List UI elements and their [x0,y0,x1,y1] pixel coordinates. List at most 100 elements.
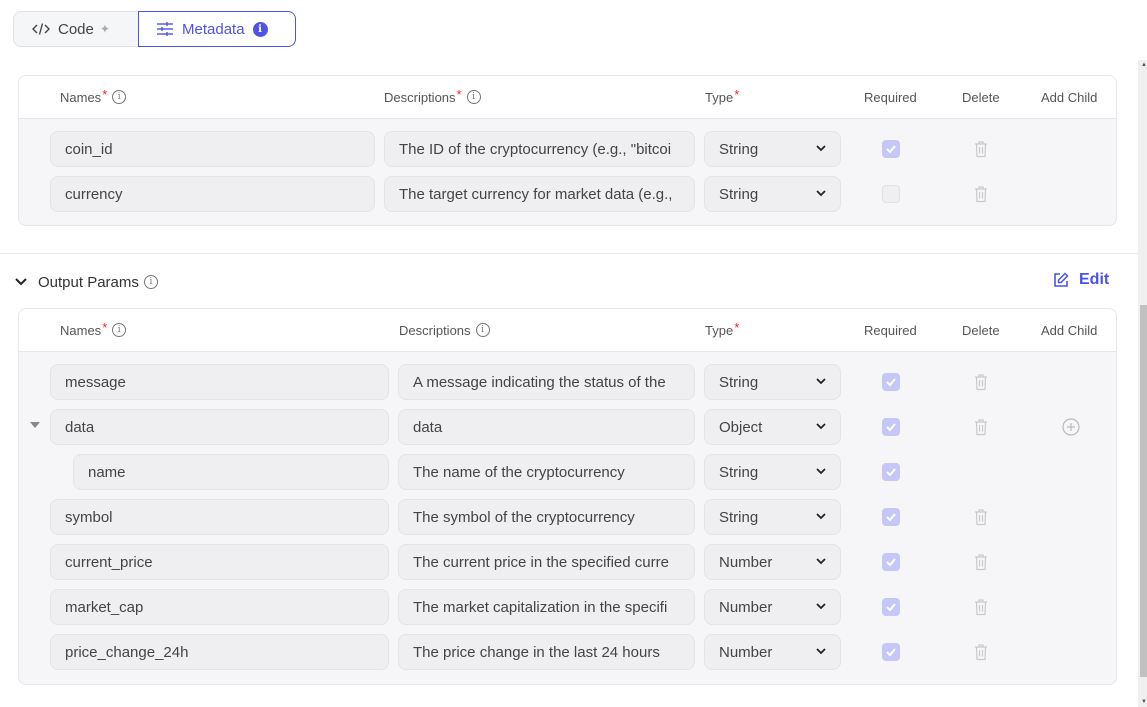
description-input[interactable]: The price change in the last 24 hours [398,634,695,670]
edit-icon [1054,272,1069,287]
info-icon[interactable]: i [143,275,158,289]
scroll-down-arrow-icon[interactable]: ▼ [1141,699,1147,705]
name-input[interactable]: price_change_24h [50,634,389,670]
required-checkbox[interactable] [882,643,900,661]
name-input[interactable]: coin_id [50,131,375,167]
required-star: * [456,86,462,102]
chevron-down-icon [816,421,826,433]
name-input[interactable]: market_cap [50,589,389,625]
required-checkbox[interactable] [882,508,900,526]
required-star: * [734,319,740,335]
info-icon[interactable]: i [112,323,127,337]
chevron-down-icon [816,143,826,155]
type-select[interactable]: Object [704,409,841,445]
table-row: message A message indicating the status o… [19,364,1116,400]
chevron-down-icon [816,188,826,200]
table-row: price_change_24h The price change in the … [19,634,1116,670]
required-checkbox[interactable] [882,463,900,481]
type-select[interactable]: String [704,454,841,490]
output-params-title: Output Params [38,273,139,291]
trash-icon[interactable] [974,643,988,661]
scroll-up-arrow-icon[interactable]: ▲ [1141,62,1147,68]
col-add-child: Add Child [1041,89,1098,105]
type-value: Number [719,598,773,616]
type-value: String [719,373,759,391]
table-row: symbol The symbol of the cryptocurrency St… [19,499,1116,535]
name-input[interactable]: currency [50,176,375,212]
type-value: Object [719,418,763,436]
type-select[interactable]: Number [704,544,841,580]
name-input[interactable]: message [50,364,389,400]
chevron-down-icon [816,556,826,568]
trash-icon[interactable] [974,373,988,391]
chevron-down-icon [816,601,826,613]
required-checkbox[interactable] [882,553,900,571]
description-input[interactable]: data [398,409,695,445]
type-select[interactable]: String [704,131,841,167]
type-select[interactable]: Number [704,634,841,670]
name-input[interactable]: data [50,409,389,445]
required-checkbox[interactable] [882,598,900,616]
info-icon[interactable]: i [475,323,490,337]
tab-metadata[interactable]: Metadata i [138,11,296,47]
required-checkbox[interactable] [882,373,900,391]
description-input[interactable]: The target currency for market data (e.g… [384,176,695,212]
col-required: Required [864,89,917,105]
description-input[interactable]: A message indicating the status of the [398,364,695,400]
description-input[interactable]: The current price in the specified curre [398,544,695,580]
required-checkbox[interactable] [882,140,900,158]
type-value: Number [719,643,773,661]
name-input[interactable]: symbol [50,499,389,535]
type-select[interactable]: String [704,176,841,212]
scrollbar-thumb[interactable] [1140,305,1147,677]
output-params-header[interactable]: Output Params i [14,270,158,294]
type-select[interactable]: String [704,364,841,400]
table-row: current_price The current price in the sp… [19,544,1116,580]
col-type-label: Type [705,89,734,105]
add-child-icon[interactable] [1062,418,1080,436]
table-row: currency The target currency for market d… [19,176,1116,212]
tab-code-label: Code [58,20,94,38]
view-tabs: Code ✦ Metadata i [13,11,296,47]
required-checkbox[interactable] [882,185,900,203]
info-icon[interactable]: i [466,90,481,104]
table-row: name The name of the cryptocurrency String [19,454,1116,490]
trash-icon[interactable] [974,418,988,436]
col-descriptions-label: Descriptions [384,89,456,105]
sliders-icon [156,21,174,37]
type-select[interactable]: Number [704,589,841,625]
trash-icon[interactable] [974,508,988,526]
expand-caret-icon[interactable] [30,422,40,428]
edit-button[interactable]: Edit [1053,271,1109,289]
scrollbar[interactable]: ▲ ▼ [1138,60,1147,707]
name-input[interactable]: name [73,454,389,490]
col-type: Type * [705,76,739,118]
col-descriptions: Descriptions * i [384,76,481,118]
type-value: String [719,463,759,481]
description-input[interactable]: The market capitalization in the specifi [398,589,695,625]
info-icon[interactable]: i [112,90,127,104]
description-input[interactable]: The symbol of the cryptocurrency [398,499,695,535]
name-input[interactable]: current_price [50,544,389,580]
trash-icon[interactable] [974,598,988,616]
required-checkbox[interactable] [882,418,900,436]
type-value: String [719,508,759,526]
chevron-down-icon[interactable] [14,277,28,287]
col-names: Names * i [60,309,127,351]
required-star: * [102,319,108,335]
description-input[interactable]: The name of the cryptocurrency [398,454,695,490]
trash-icon[interactable] [974,140,988,158]
trash-icon[interactable] [974,185,988,203]
type-value: Number [719,553,773,571]
type-select[interactable]: String [704,499,841,535]
type-value: String [719,185,759,203]
trash-icon[interactable] [974,553,988,571]
chevron-down-icon [816,466,826,478]
tab-code[interactable]: Code ✦ [13,11,138,47]
col-required: Required [864,322,917,338]
description-input[interactable]: The ID of the cryptocurrency (e.g., "bit… [384,131,695,167]
col-add-child: Add Child [1041,322,1098,338]
col-descriptions: Descriptions i [399,309,490,351]
chevron-down-icon [816,646,826,658]
col-delete: Delete [962,322,1000,338]
